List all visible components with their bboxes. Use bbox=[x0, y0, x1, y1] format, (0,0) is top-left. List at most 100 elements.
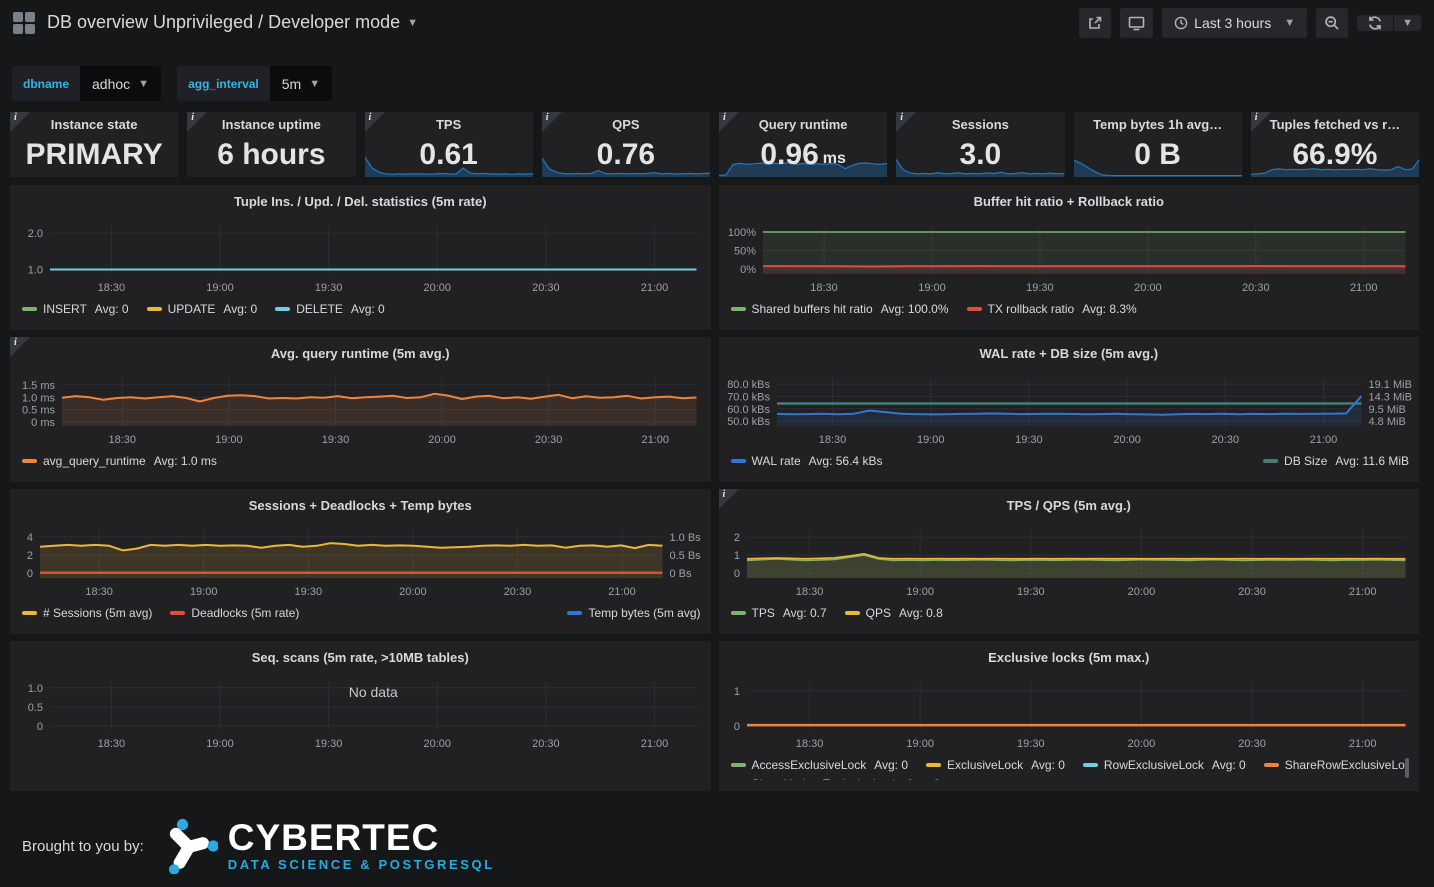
chart-plot[interactable]: 18:3019:0019:3020:0020:3021:0000.51.0No … bbox=[10, 676, 711, 754]
chart-plot[interactable]: 18:3019:0019:3020:0020:3021:001.02.0 bbox=[10, 220, 711, 298]
info-icon[interactable]: i bbox=[719, 112, 739, 132]
panel-exclusive-locks: Exclusive locks (5m max.) 18:3019:0019:3… bbox=[719, 641, 1420, 791]
svg-text:0: 0 bbox=[37, 721, 43, 733]
stat-title[interactable]: Tuples fetched vs r… bbox=[1270, 117, 1401, 132]
info-icon[interactable]: i bbox=[10, 112, 30, 132]
legend-avg: Avg: 11.6 MiB bbox=[1335, 454, 1409, 468]
legend-item[interactable]: ShareRowExclusiveLockAvg: 0 bbox=[1264, 758, 1409, 772]
legend: TPS Avg: 0.7 QPSAvg: 0.8 bbox=[731, 604, 1410, 621]
info-icon[interactable]: i bbox=[365, 112, 385, 132]
cybertec-logo[interactable]: CYBERTEC DATA SCIENCE & POSTGRESQL bbox=[160, 818, 495, 874]
stat-title[interactable]: QPS bbox=[612, 117, 639, 132]
chart-plot[interactable]: 18:3019:0019:3020:0020:3021:00012 bbox=[719, 524, 1420, 602]
panel-title[interactable]: Seq. scans (5m rate, >10MB tables) bbox=[10, 647, 711, 671]
refresh-caret-down-icon: ▼ bbox=[1402, 17, 1413, 29]
legend-swatch bbox=[275, 307, 290, 311]
panel-title[interactable]: WAL rate + DB size (5m avg.) bbox=[719, 343, 1420, 367]
legend-item[interactable]: WAL rateAvg: 56.4 kBs bbox=[731, 454, 883, 468]
refresh-interval-caret[interactable]: ▼ bbox=[1393, 15, 1421, 31]
svg-text:19:00: 19:00 bbox=[906, 738, 934, 750]
legend-item[interactable]: DELETEAvg: 0 bbox=[275, 302, 385, 316]
zoom-out-button[interactable] bbox=[1316, 8, 1348, 38]
legend-item[interactable]: avg_query_runtimeAvg: 1.0 ms bbox=[22, 454, 217, 468]
panel-tuple-statistics: Tuple Ins. / Upd. / Del. statistics (5m … bbox=[10, 185, 711, 330]
legend-item[interactable]: Shared buffers hit ratioAvg: 100.0% bbox=[731, 302, 949, 316]
stat-title[interactable]: TPS bbox=[436, 117, 461, 132]
legend-item[interactable]: TX rollback ratioAvg: 8.3% bbox=[967, 302, 1137, 316]
legend-item[interactable]: INSERTAvg: 0 bbox=[22, 302, 129, 316]
chart-plot[interactable]: 18:3019:0019:3020:0020:3021:0050.0 kBs4.… bbox=[719, 372, 1420, 450]
stat-title[interactable]: Instance uptime bbox=[222, 117, 321, 132]
legend-item[interactable]: TPS Avg: 0.7 bbox=[731, 606, 827, 620]
refresh-button[interactable] bbox=[1357, 15, 1393, 31]
legend-item[interactable]: Temp bytes (5m avg) bbox=[567, 606, 700, 620]
panel-title[interactable]: Sessions + Deadlocks + Temp bytes bbox=[10, 495, 711, 519]
info-icon[interactable]: i bbox=[1251, 112, 1271, 132]
svg-text:21:00: 21:00 bbox=[641, 738, 669, 750]
legend-label: Temp bytes (5m avg) bbox=[588, 606, 700, 620]
legend-item[interactable]: ExclusiveLockAvg: 0 bbox=[926, 758, 1065, 772]
legend-swatch bbox=[731, 611, 746, 615]
stat-value: 66.9% bbox=[1292, 132, 1377, 177]
svg-text:18:30: 18:30 bbox=[795, 738, 823, 750]
time-range-picker[interactable]: Last 3 hours ▼ bbox=[1162, 8, 1307, 38]
panel-avg-query-runtime: i Avg. query runtime (5m avg.) 18:3019:0… bbox=[10, 337, 711, 482]
legend: WAL rateAvg: 56.4 kBs DB SizeAvg: 11.6 Mi… bbox=[731, 452, 1410, 469]
panel-title[interactable]: Exclusive locks (5m max.) bbox=[719, 647, 1420, 671]
legend-label: RowExclusiveLock bbox=[1104, 758, 1204, 772]
svg-text:19:00: 19:00 bbox=[206, 282, 234, 294]
legend-item[interactable]: UPDATEAvg: 0 bbox=[147, 302, 258, 316]
svg-text:20:00: 20:00 bbox=[1113, 434, 1141, 446]
chart-plot[interactable]: 18:3019:0019:3020:0020:3021:000%50%100% bbox=[719, 220, 1420, 298]
info-icon[interactable]: i bbox=[719, 489, 739, 509]
legend-swatch bbox=[22, 459, 37, 463]
legend-item[interactable]: DB SizeAvg: 11.6 MiB bbox=[1263, 454, 1409, 468]
legend-item[interactable]: QPSAvg: 0.8 bbox=[845, 606, 943, 620]
info-icon[interactable]: i bbox=[896, 112, 916, 132]
panel-title[interactable]: Tuple Ins. / Upd. / Del. statistics (5m … bbox=[10, 191, 711, 215]
stat-title[interactable]: Instance state bbox=[51, 117, 138, 132]
info-icon[interactable]: i bbox=[187, 112, 207, 132]
svg-text:20:30: 20:30 bbox=[1238, 738, 1266, 750]
legend-label: TPS bbox=[752, 606, 775, 620]
legend-item[interactable]: RowExclusiveLockAvg: 0 bbox=[1083, 758, 1246, 772]
svg-text:0: 0 bbox=[733, 568, 739, 580]
panel-title[interactable]: Buffer hit ratio + Rollback ratio bbox=[719, 191, 1420, 215]
panel-tps-qps: i TPS / QPS (5m avg.) 18:3019:0019:3020:… bbox=[719, 489, 1420, 634]
legend-swatch bbox=[22, 307, 37, 311]
variable-agg-interval-select[interactable]: 5m ▼ bbox=[270, 66, 332, 101]
legend-scrollbar[interactable] bbox=[1405, 758, 1409, 778]
legend-swatch bbox=[22, 611, 37, 615]
legend-item[interactable]: # Sessions (5m avg) bbox=[22, 606, 152, 620]
share-button[interactable] bbox=[1079, 8, 1111, 38]
legend-avg: Avg: 0.7 bbox=[783, 606, 827, 620]
legend-avg: Avg: 56.4 kBs bbox=[809, 454, 883, 468]
panel-buffer-hit-ratio: Buffer hit ratio + Rollback ratio 18:301… bbox=[719, 185, 1420, 330]
panel-title[interactable]: TPS / QPS (5m avg.) bbox=[719, 495, 1420, 519]
chart-plot[interactable]: 18:3019:0019:3020:0020:3021:0000 Bs20.5 … bbox=[10, 524, 711, 602]
info-icon[interactable]: i bbox=[542, 112, 562, 132]
svg-text:21:00: 21:00 bbox=[1348, 586, 1376, 598]
tv-mode-button[interactable] bbox=[1120, 8, 1153, 38]
chart-plot[interactable]: 18:3019:0019:3020:0020:3021:0001 bbox=[719, 676, 1420, 754]
title-caret-down-icon[interactable]: ▼ bbox=[407, 17, 418, 29]
info-icon[interactable]: i bbox=[10, 337, 30, 357]
footer: Brought to you by: CYBERTEC DATA SCIENCE… bbox=[22, 818, 1434, 874]
legend: INSERTAvg: 0 UPDATEAvg: 0 DELETEAvg: 0 bbox=[22, 300, 701, 317]
panel-title[interactable]: Avg. query runtime (5m avg.) bbox=[10, 343, 711, 367]
legend bbox=[22, 756, 701, 773]
stat-title[interactable]: Sessions bbox=[952, 117, 1009, 132]
dashboard-icon[interactable] bbox=[13, 12, 35, 34]
stat-title[interactable]: Query runtime bbox=[759, 117, 848, 132]
legend-swatch bbox=[967, 307, 982, 311]
legend-item[interactable]: ShareUpdateExclusiveLockAvg: 0 bbox=[731, 777, 941, 781]
dashboard-title[interactable]: DB overview Unprivileged / Developer mod… bbox=[47, 12, 400, 33]
svg-text:19:30: 19:30 bbox=[315, 738, 343, 750]
svg-text:20:00: 20:00 bbox=[1127, 738, 1155, 750]
legend-item[interactable]: AccessExclusiveLockAvg: 0 bbox=[731, 758, 909, 772]
variable-dbname-select[interactable]: adhoc ▼ bbox=[80, 66, 161, 101]
variable-dbname-label: dbname bbox=[12, 66, 80, 101]
stat-title[interactable]: Temp bytes 1h avg… bbox=[1093, 117, 1222, 132]
chart-plot[interactable]: 18:3019:0019:3020:0020:3021:000 ms0.5 ms… bbox=[10, 372, 711, 450]
legend-item[interactable]: Deadlocks (5m rate) bbox=[170, 606, 299, 620]
